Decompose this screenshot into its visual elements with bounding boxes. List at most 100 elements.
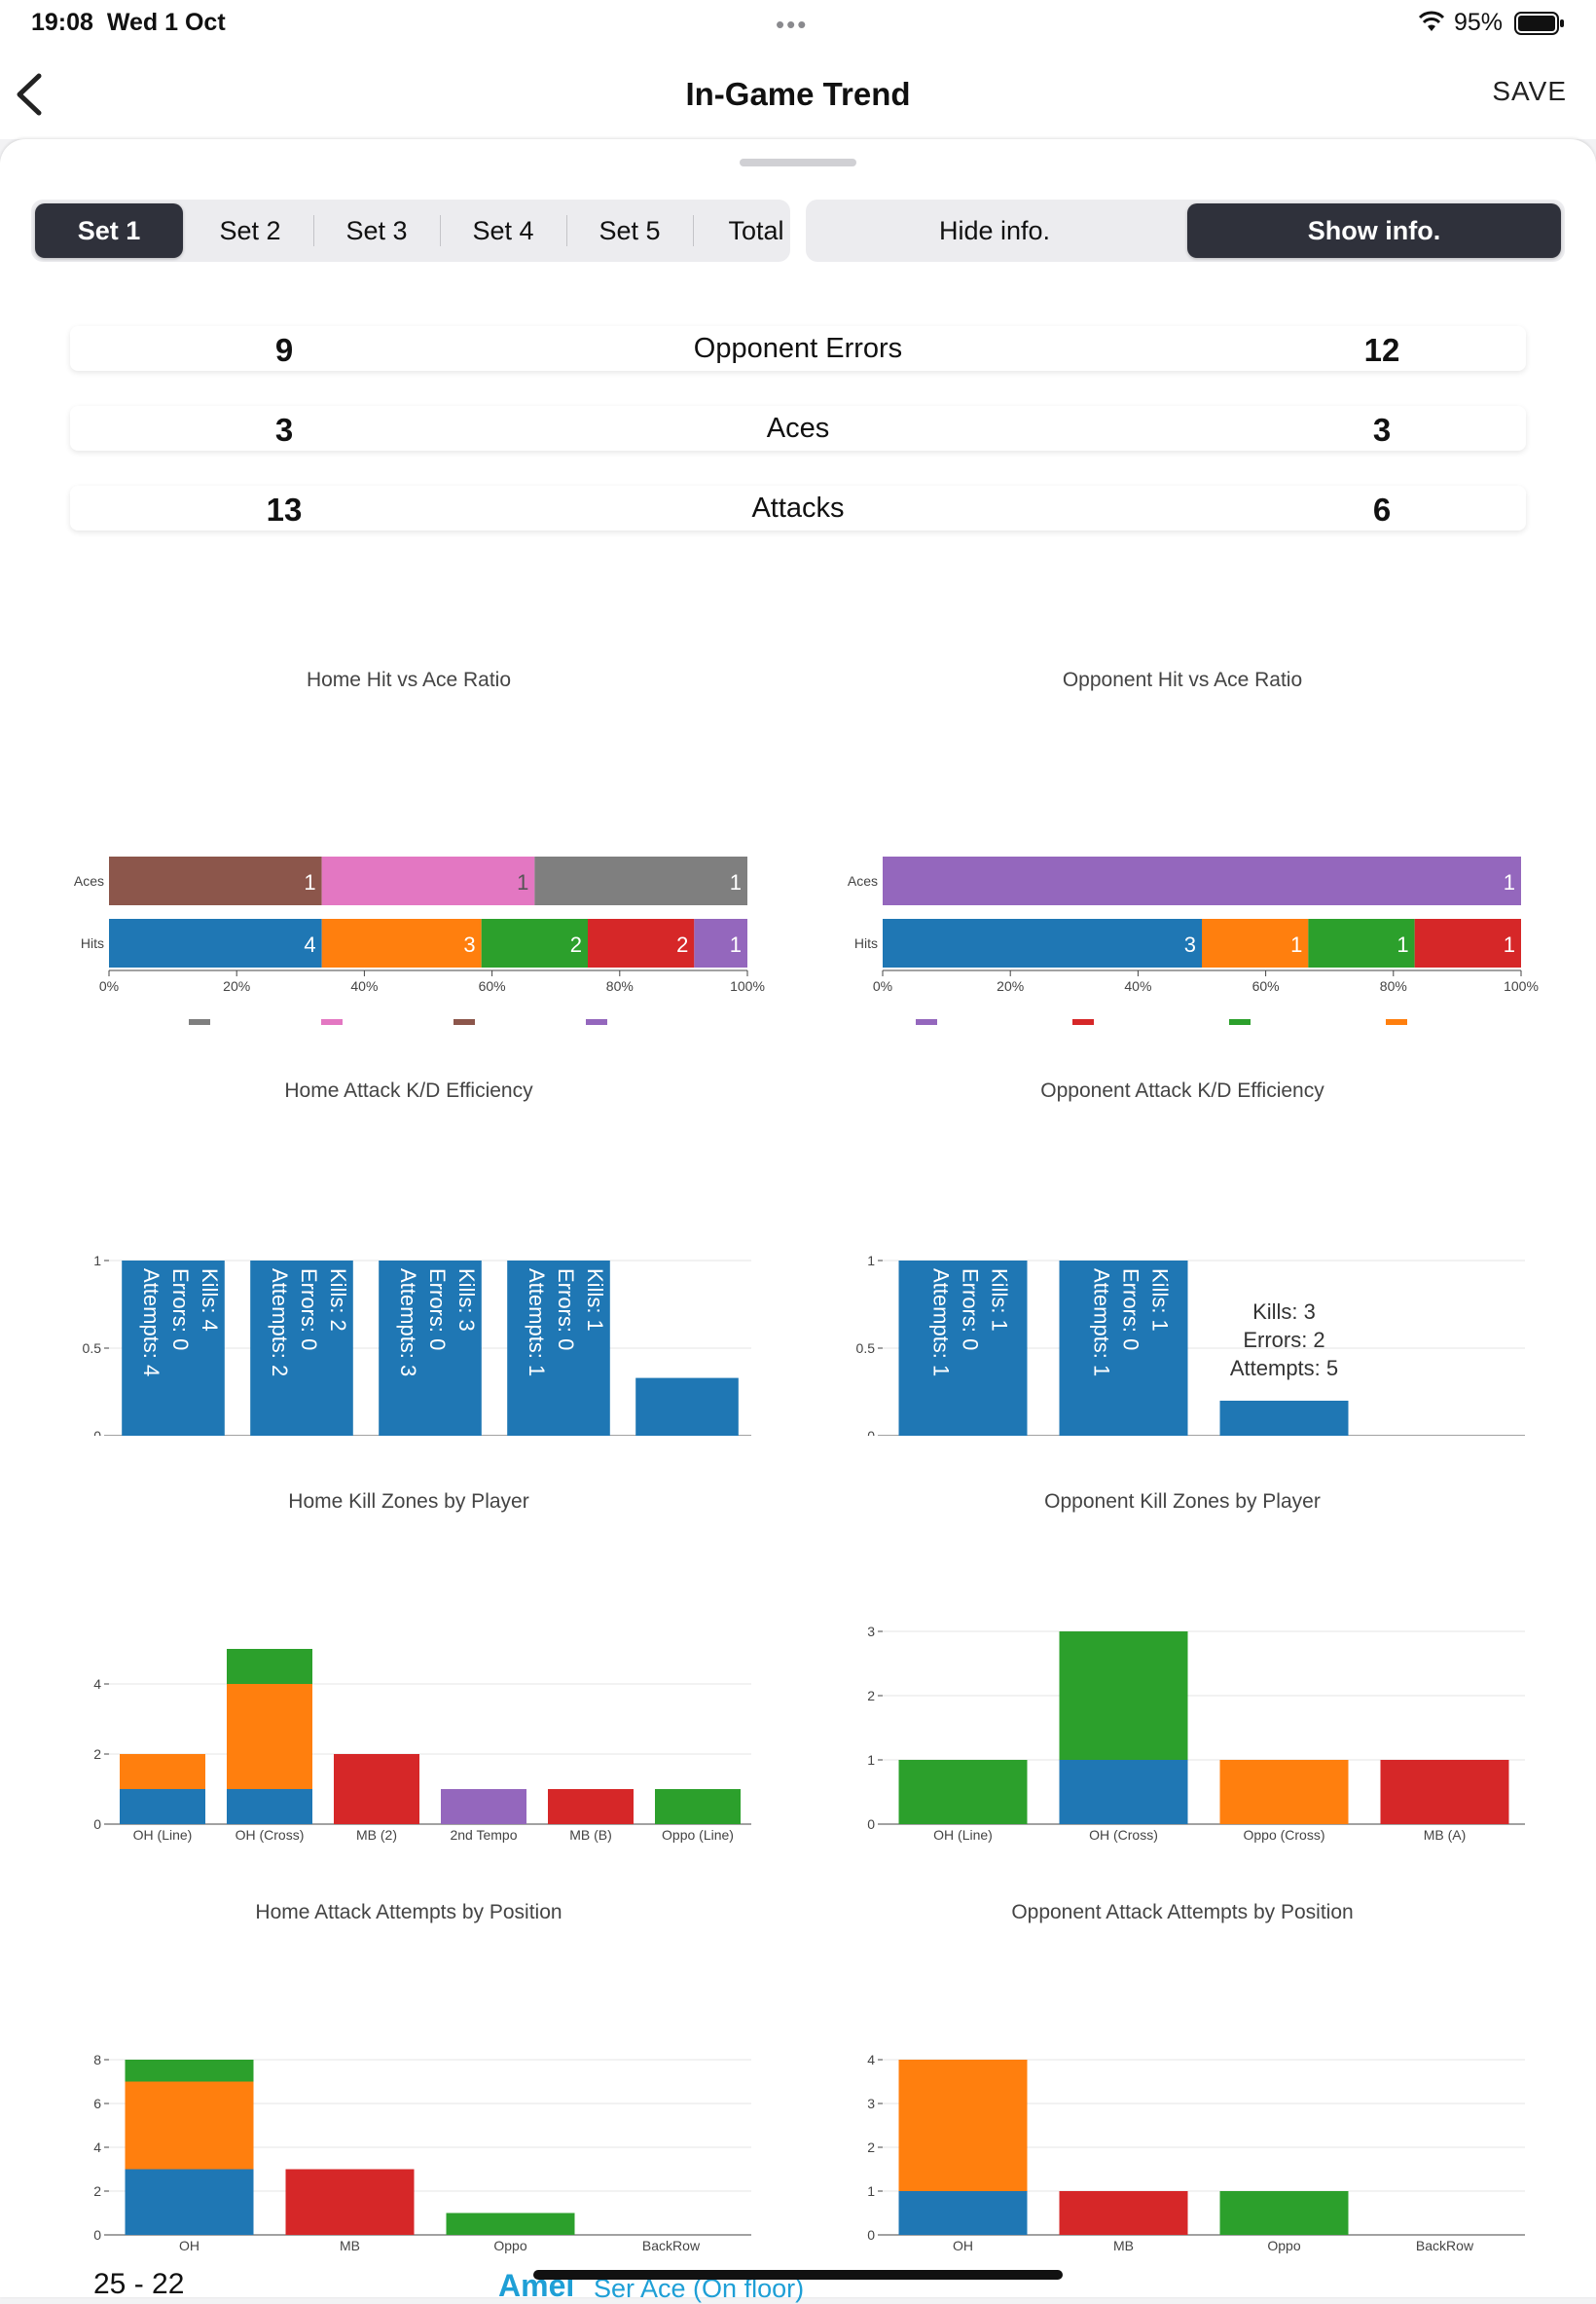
bar-segment-elly[interactable] bbox=[321, 919, 482, 968]
bar-segment-alice[interactable] bbox=[125, 2169, 254, 2236]
bar-segment-toby[interactable] bbox=[655, 1789, 741, 1824]
show-info-button[interactable]: Show info. bbox=[1187, 203, 1561, 258]
chart-title: Home Hit vs Ace Ratio bbox=[307, 669, 511, 691]
bar-segment-alice[interactable] bbox=[227, 1789, 312, 1824]
legend-swatch[interactable] bbox=[1072, 1019, 1094, 1025]
away-value: 6 bbox=[1372, 492, 1392, 528]
home-kd-chart: Home Attack K/D Efficiency00.51YanKills:… bbox=[19, 1027, 798, 1436]
legend-swatch[interactable] bbox=[1386, 1019, 1407, 1025]
data-label: Kills: 1 bbox=[1148, 1268, 1173, 1332]
x-tick-label: OH (Cross) bbox=[236, 1827, 305, 1843]
legend-label: 18 Gioia bbox=[1280, 1022, 1330, 1025]
trend-sheet: Set 1 Set 2 Set 3 Set 4 Set 5 Total Hide… bbox=[0, 139, 1596, 2297]
y-tick-label: 4 bbox=[93, 2139, 101, 2155]
y-tick-label: 0.5 bbox=[856, 1340, 876, 1356]
x-tick-label: 100% bbox=[1504, 978, 1539, 994]
bar-segment-04-juliana[interactable] bbox=[1059, 1760, 1188, 1824]
bar-segment-elly[interactable] bbox=[285, 2169, 415, 2236]
chart-svg: Opponent Hit vs Ace Ratio Aces 1 Hits 3 1 1 1 0%… bbox=[848, 669, 1539, 1025]
bar-segment-alice[interactable] bbox=[120, 1789, 205, 1824]
bar-01-rhea[interactable] bbox=[1219, 1401, 1349, 1436]
legend-swatch[interactable] bbox=[321, 1019, 343, 1025]
x-tick-label: OH (Line) bbox=[133, 1827, 193, 1843]
legend-label: Alice bbox=[372, 1022, 402, 1025]
data-label: Kills: 2 bbox=[326, 1268, 350, 1332]
data-label: Errors: 2 bbox=[1243, 1328, 1324, 1352]
bar-segment-16-katie[interactable] bbox=[1059, 2191, 1188, 2235]
bar-segment-18-gioia[interactable] bbox=[1219, 2191, 1349, 2235]
chart-title: Opponent Hit vs Ace Ratio bbox=[1063, 669, 1302, 691]
data-label: 2 bbox=[570, 933, 582, 957]
tab-set-5[interactable]: Set 5 bbox=[566, 200, 693, 262]
data-label: Errors: 0 bbox=[959, 1268, 983, 1350]
chart-svg: Opponent Attack Attempts by Position 0 1 2 3… bbox=[867, 1901, 1525, 2253]
tab-set-4[interactable]: Set 4 bbox=[440, 200, 566, 262]
bar-segment-01-rhea[interactable] bbox=[898, 1760, 1028, 1824]
navigation-bar: In-Game Trend SAVE bbox=[0, 47, 1596, 139]
x-tick-label: Oppo (Line) bbox=[662, 1827, 734, 1843]
x-tick-label: MB (2) bbox=[356, 1827, 397, 1843]
hide-info-button[interactable]: Hide info. bbox=[806, 200, 1183, 262]
x-tick-label: MB (A) bbox=[1424, 1827, 1467, 1843]
legend-swatch[interactable] bbox=[189, 1019, 210, 1025]
x-tick-label: 0% bbox=[99, 978, 119, 994]
tab-total[interactable]: Total bbox=[693, 200, 819, 262]
bar-segment-07-zoe[interactable] bbox=[883, 857, 1521, 905]
multitasking-dots-icon[interactable]: ••• bbox=[776, 10, 808, 40]
bar-segment-toby[interactable] bbox=[446, 2213, 575, 2236]
y-tick-label: Hits bbox=[854, 935, 878, 951]
legend-swatch[interactable] bbox=[916, 1019, 937, 1025]
bar-segment-18-gioia[interactable] bbox=[1219, 1760, 1349, 1824]
tab-set-2[interactable]: Set 2 bbox=[187, 200, 313, 262]
bar-segment-01-rhea[interactable] bbox=[898, 2060, 1028, 2191]
x-tick-label: Oppo bbox=[1267, 2238, 1300, 2253]
bar-segment-yennie[interactable] bbox=[534, 857, 747, 905]
data-label: 4 bbox=[304, 933, 315, 957]
bar-segment-16-katie[interactable] bbox=[1380, 1760, 1509, 1824]
data-label: Kills: 4 bbox=[198, 1268, 222, 1332]
data-label: 2 bbox=[676, 933, 688, 957]
data-label: Attempts: 3 bbox=[396, 1268, 420, 1376]
bar-segment-yan[interactable] bbox=[125, 2081, 254, 2170]
bar-segment-yan[interactable] bbox=[120, 1754, 205, 1789]
home-attempts-chart: Home Attack Attempts by Position 0 2 4 6 8 OH M… bbox=[19, 1848, 798, 2257]
bar-segment-04-juliana[interactable] bbox=[898, 2191, 1028, 2235]
bar-segment-toby[interactable] bbox=[227, 1649, 312, 1684]
home-indicator[interactable] bbox=[533, 2270, 1063, 2280]
x-tick-label: 80% bbox=[606, 978, 634, 994]
x-tick-label: 20% bbox=[997, 978, 1024, 994]
tab-set-3[interactable]: Set 3 bbox=[313, 200, 440, 262]
x-tick-label: 2nd Tempo bbox=[450, 1827, 517, 1843]
y-tick-label: 2 bbox=[867, 2139, 875, 2155]
bar-segment-toby[interactable] bbox=[125, 2060, 254, 2082]
bar-segment-alice[interactable] bbox=[321, 857, 535, 905]
chart-title: Home Attack Attempts by Position bbox=[255, 1901, 562, 1923]
bar-segment-elly[interactable] bbox=[334, 1754, 419, 1824]
legend-swatch[interactable] bbox=[1229, 1019, 1251, 1025]
bar-segment-01-rhea[interactable] bbox=[883, 919, 1202, 968]
bar-segment-yennie[interactable] bbox=[441, 1789, 526, 1824]
bar-segment-elly[interactable] bbox=[548, 1789, 634, 1824]
data-label: 1 bbox=[1396, 933, 1408, 957]
x-tick-label: 40% bbox=[1124, 978, 1151, 994]
y-tick-label: 6 bbox=[93, 2096, 101, 2111]
sheet-grabber[interactable] bbox=[740, 159, 856, 166]
bar-segment-yan[interactable] bbox=[109, 919, 322, 968]
bar-segment-amei[interactable] bbox=[109, 857, 322, 905]
bar-segment-01-rhea[interactable] bbox=[1059, 1631, 1188, 1760]
y-tick-label: 2 bbox=[93, 1746, 101, 1762]
stat-row-aces: 3 Aces 3 bbox=[70, 406, 1526, 451]
y-tick-label: 4 bbox=[867, 2052, 875, 2067]
bar-segment-yan[interactable] bbox=[227, 1684, 312, 1789]
y-tick-label: Aces bbox=[74, 873, 104, 889]
tab-set-1[interactable]: Set 1 bbox=[35, 203, 183, 258]
data-label: Attempts: 1 bbox=[525, 1268, 549, 1376]
y-tick-label: 2 bbox=[93, 2183, 101, 2199]
legend-swatch[interactable] bbox=[453, 1019, 475, 1025]
legend-swatch[interactable] bbox=[586, 1019, 607, 1025]
bar-alice[interactable] bbox=[635, 1377, 739, 1436]
chart-svg: Opponent Kill Zones by Player 0 1 2 3 OH (Lin… bbox=[867, 1490, 1525, 1843]
save-button[interactable]: SAVE bbox=[1492, 76, 1567, 107]
chart-svg: Home Hit vs Ace Ratio Aces 1 1 1 Hits 4 3 2 2 1 0% 2… bbox=[74, 669, 765, 1025]
data-label: 1 bbox=[1504, 870, 1515, 895]
